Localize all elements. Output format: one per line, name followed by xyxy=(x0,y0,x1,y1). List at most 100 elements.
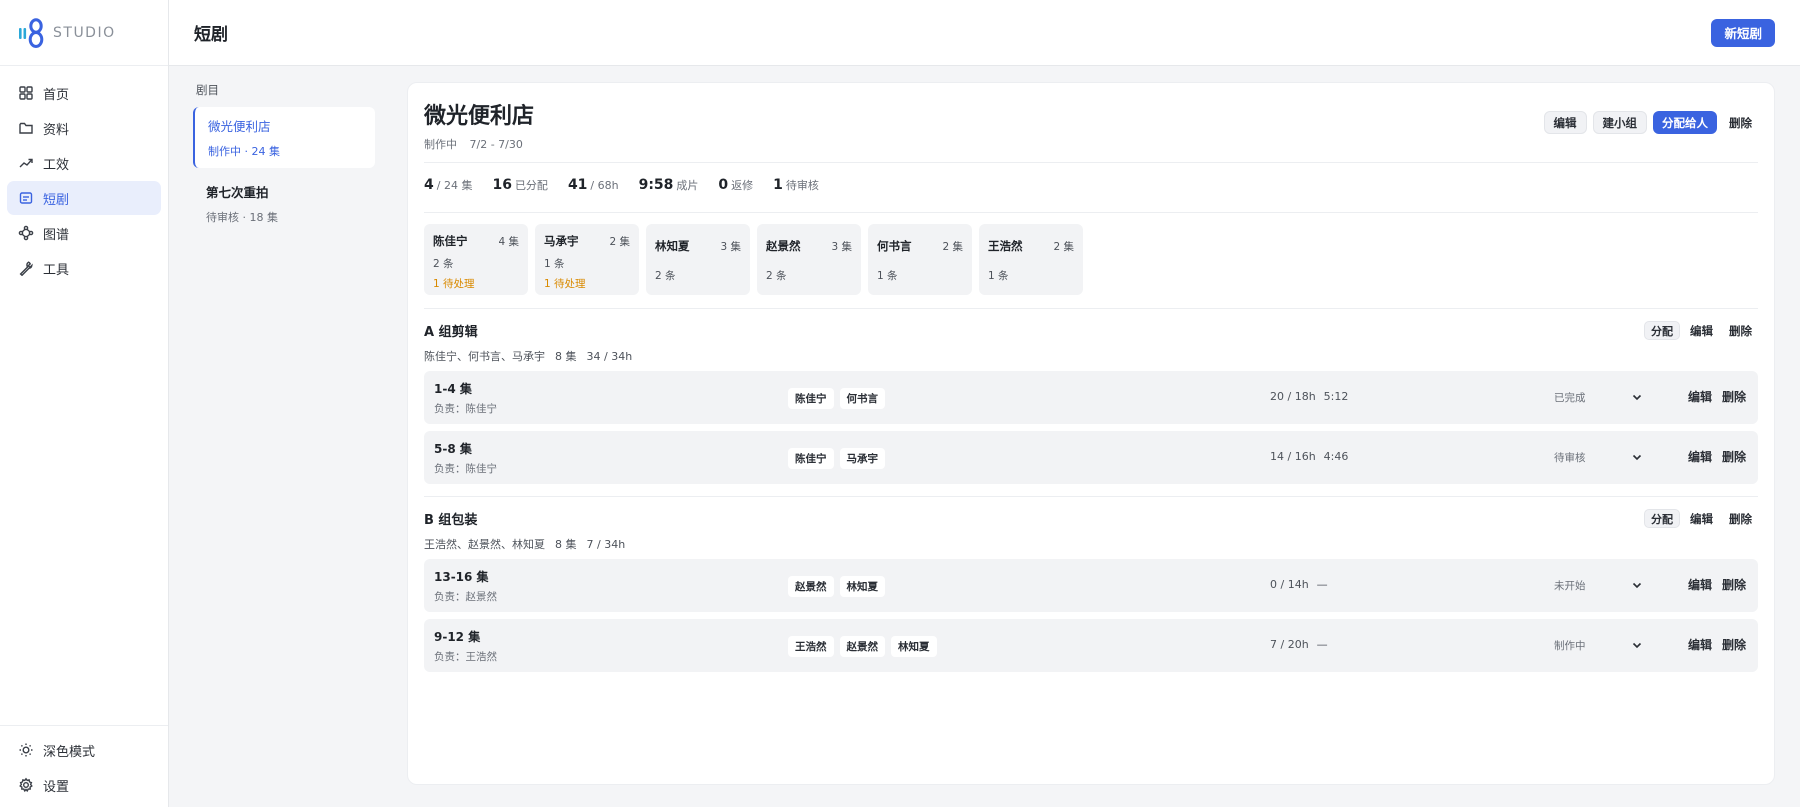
member-card[interactable]: 林知夏 3 集 2 条 xyxy=(646,224,750,295)
member-card[interactable]: 赵景然 3 集 2 条 xyxy=(757,224,861,295)
graph-icon xyxy=(18,225,34,241)
sidebar: STUDIO 首页 资料 工效 短剧 图谱 工具 深色模式 设置 xyxy=(0,0,169,807)
nav-label: 图谱 xyxy=(43,227,70,243)
member-count: 2 条 xyxy=(433,258,454,270)
episode-row[interactable]: 5-8 集 负责：陈佳宁 陈佳宁 马承宇 14 / 16h 4:46 待审核 编辑… xyxy=(424,431,1758,484)
detail-header: 微光便利店 制作中 7/2 - 7/30 编辑 建小组 分配给人 删除 xyxy=(424,97,1758,152)
episode-delete-button[interactable]: 删除 xyxy=(1722,448,1746,465)
member-pending: 1 待处理 xyxy=(433,278,475,290)
episode-name: 9-12 集 xyxy=(434,630,481,644)
episode-tags: 王浩然 赵景然 林知夏 xyxy=(788,636,937,657)
create-subgroup-button[interactable]: 建小组 xyxy=(1592,111,1647,134)
edit-button[interactable]: 编辑 xyxy=(1543,111,1587,134)
nav-label: 短剧 xyxy=(43,192,70,208)
brand[interactable]: STUDIO xyxy=(0,0,168,66)
episode-owner: 负责：陈佳宁 xyxy=(434,463,497,475)
episode-edit-button[interactable]: 编辑 xyxy=(1688,576,1712,593)
episode-owner: 负责：赵景然 xyxy=(434,591,497,603)
group-assign-button[interactable]: 分配 xyxy=(1644,509,1680,528)
nav-item-data[interactable]: 资料 xyxy=(7,111,161,145)
nav-item-graph[interactable]: 图谱 xyxy=(7,216,161,250)
nav-item-tools[interactable]: 工具 xyxy=(7,251,161,285)
assign-people-button[interactable]: 分配给人 xyxy=(1653,111,1717,134)
episode-tags: 陈佳宁 何书言 xyxy=(788,388,885,409)
episode-owner: 负责：王浩然 xyxy=(434,651,497,663)
episode-delete-button[interactable]: 删除 xyxy=(1722,636,1746,653)
member-card[interactable]: 何书言 2 集 1 条 xyxy=(868,224,972,295)
brand-name: STUDIO xyxy=(53,24,116,41)
member-pending: 1 待处理 xyxy=(544,278,586,290)
group-edit-button[interactable]: 编辑 xyxy=(1684,323,1719,339)
group-edit-button[interactable]: 编辑 xyxy=(1684,511,1719,527)
sidebar-bottom: 深色模式 设置 xyxy=(0,725,168,807)
episode-row[interactable]: 1-4 集 负责：陈佳宁 陈佳宁 何书言 20 / 18h 5:12 已完成 编辑… xyxy=(424,371,1758,424)
episode-name: 5-8 集 xyxy=(434,442,472,456)
wrench-icon xyxy=(18,260,34,276)
grid-icon xyxy=(18,85,34,101)
group-delete-button[interactable]: 删除 xyxy=(1723,323,1758,339)
settings-item[interactable]: 设置 xyxy=(7,768,161,802)
nav-item-efficiency[interactable]: 工效 xyxy=(7,146,161,180)
episode-delete-button[interactable]: 删除 xyxy=(1722,388,1746,405)
member-card[interactable]: 马承宇 2 集 1 条 1 待处理 xyxy=(535,224,639,295)
drama-list: 剧目 微光便利店 制作中 · 24 集 第七次重拍 待审核 · 18 集 xyxy=(193,82,375,239)
episode-row[interactable]: 13-16 集 负责：赵景然 赵景然 林知夏 0 / 14h — 未开始 编辑 删… xyxy=(424,559,1758,612)
nav-label: 工具 xyxy=(43,262,70,278)
episode-status: 待审核 xyxy=(1554,452,1586,464)
person-tag: 王浩然 xyxy=(788,636,834,657)
episode-edit-button[interactable]: 编辑 xyxy=(1688,636,1712,653)
member-episodes: 2 集 xyxy=(1053,240,1074,253)
drama-icon xyxy=(18,190,34,206)
group-delete-button[interactable]: 删除 xyxy=(1723,511,1758,527)
nav-label: 资料 xyxy=(43,122,70,138)
studio-logo-icon xyxy=(19,17,44,48)
nav-item-home[interactable]: 首页 xyxy=(7,76,161,110)
episode-progress: 14 / 16h 4:46 xyxy=(1270,450,1349,463)
episode-edit-button[interactable]: 编辑 xyxy=(1688,388,1712,405)
settings-label: 设置 xyxy=(43,779,70,795)
group-actions: 分配 编辑 删除 xyxy=(1644,321,1758,340)
drama-meta: 制作中 · 24 集 xyxy=(208,145,280,158)
drama-item[interactable]: 第七次重拍 待审核 · 18 集 xyxy=(193,173,375,234)
member-card[interactable]: 王浩然 2 集 1 条 xyxy=(979,224,1083,295)
new-drama-button[interactable]: 新短剧 xyxy=(1711,18,1775,47)
trend-icon xyxy=(18,155,34,171)
episode-progress: 0 / 14h — xyxy=(1270,578,1328,591)
stat-hours: 41/ 68h xyxy=(567,177,619,193)
episode-progress: 7 / 20h — xyxy=(1270,638,1328,651)
page-title: 短剧 xyxy=(194,25,228,45)
episode-tags: 赵景然 林知夏 xyxy=(788,576,885,597)
stat-episodes: 4/ 24 集 xyxy=(424,177,473,193)
group-assign-button[interactable]: 分配 xyxy=(1644,321,1680,340)
member-count: 1 条 xyxy=(988,270,1009,282)
member-card[interactable]: 陈佳宁 4 集 2 条 1 待处理 xyxy=(424,224,528,295)
group-meta: 王浩然、赵景然、林知夏 8 集7 / 34h xyxy=(424,538,626,551)
dark-mode-label: 深色模式 xyxy=(43,744,96,760)
drama-item[interactable]: 微光便利店 制作中 · 24 集 xyxy=(193,107,375,168)
nav-item-drama[interactable]: 短剧 xyxy=(7,181,161,215)
drama-list-label: 剧目 xyxy=(196,83,219,97)
member-name: 何书言 xyxy=(877,239,912,253)
chevron-down-icon[interactable] xyxy=(1630,450,1644,464)
member-episodes: 4 集 xyxy=(498,235,519,248)
episode-actions: 编辑 删除 xyxy=(1688,388,1746,405)
person-tag: 赵景然 xyxy=(788,576,834,597)
member-name: 陈佳宁 xyxy=(433,234,468,248)
person-tag: 林知夏 xyxy=(839,576,885,597)
episode-edit-button[interactable]: 编辑 xyxy=(1688,448,1712,465)
delete-button[interactable]: 删除 xyxy=(1723,115,1758,131)
stat-rework: 0 返修 xyxy=(718,177,754,193)
chevron-down-icon[interactable] xyxy=(1630,578,1644,592)
episode-status: 制作中 xyxy=(1554,640,1586,652)
sun-icon xyxy=(18,742,34,758)
member-cards: 陈佳宁 4 集 2 条 1 待处理 马承宇 2 集 1 条 1 待处理 林知夏 3 集… xyxy=(424,212,1758,308)
chevron-down-icon[interactable] xyxy=(1630,390,1644,404)
dark-mode-toggle[interactable]: 深色模式 xyxy=(7,733,161,767)
episode-row[interactable]: 9-12 集 负责：王浩然 王浩然 赵景然 林知夏 7 / 20h — 制作中 编… xyxy=(424,619,1758,672)
episode-delete-button[interactable]: 删除 xyxy=(1722,576,1746,593)
chevron-down-icon[interactable] xyxy=(1630,638,1644,652)
person-tag: 林知夏 xyxy=(891,636,937,657)
nav-label: 工效 xyxy=(43,157,70,173)
detail-status: 制作中 xyxy=(424,138,457,151)
detail-date-range: 7/2 - 7/30 xyxy=(469,138,523,151)
